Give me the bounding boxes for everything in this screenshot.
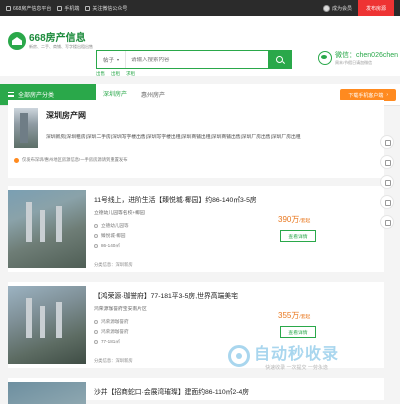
wechat-note: 周末/节假日请加微信 bbox=[335, 60, 373, 65]
location-icon bbox=[94, 224, 98, 228]
listing-meta-project: 臻悦城·椰园 bbox=[94, 233, 126, 239]
wechat-qr-icon[interactable] bbox=[380, 155, 394, 169]
top-bar-links: 668房产信息平台 手机端 关注微信公众号 bbox=[6, 5, 127, 12]
listing-image[interactable] bbox=[8, 190, 86, 268]
watermark: 自动秒收录 快速收录 一次提交 一劳永逸 bbox=[228, 340, 339, 371]
listing-title[interactable]: 沙井【招商蛇口·会展湾璀璨】建面约86-110㎡2-4房 bbox=[94, 386, 249, 396]
listing-card[interactable]: 沙井【招商蛇口·会展湾璀璨】建面约86-110㎡2-4房 bbox=[8, 378, 384, 404]
listing-category-tag: 分类信息：深圳新房 bbox=[94, 262, 133, 267]
intro-notice: 仅发布深圳/惠州地区房源信息!一手房房源请到重置发布 bbox=[14, 157, 128, 163]
edit-icon[interactable] bbox=[380, 195, 394, 209]
logo-house-icon bbox=[8, 32, 26, 50]
search-icon bbox=[276, 56, 283, 63]
listing-category-tag: 分类信息：深圳新房 bbox=[94, 358, 133, 363]
listing-card[interactable]: 11号线上，进阶生活【臻悦城·椰园】约86-140㎡3-5房 立德幼儿园等名校+… bbox=[8, 186, 384, 272]
wechat-icon bbox=[318, 51, 332, 65]
area-icon bbox=[94, 244, 98, 248]
chevron-right-icon: › bbox=[386, 92, 388, 98]
listing-image[interactable] bbox=[8, 382, 86, 404]
hot-word-sale[interactable]: 出售 bbox=[96, 71, 105, 77]
hot-words: 出售 出租 求租 bbox=[96, 71, 135, 77]
wechat-follow-link[interactable]: 关注微信公众号 bbox=[85, 5, 127, 12]
notice-icon bbox=[14, 157, 19, 163]
building-icon bbox=[94, 234, 98, 238]
mobile-link[interactable]: 手机端 bbox=[57, 5, 79, 12]
listing-subtitle: 鸿荣源珈誉府宝安南片区 bbox=[94, 307, 147, 312]
intro-title: 深圳房产网 bbox=[46, 111, 86, 120]
listing-title[interactable]: 【鸿荣源·珈誉府】77-181平3-5房,世界高端美宅 bbox=[94, 290, 238, 300]
top-bar: 668房产信息平台 手机端 关注微信公众号 成为会员 发布房源 bbox=[0, 0, 400, 16]
logo-title: 668房产信息 bbox=[29, 32, 86, 44]
back-to-top-icon[interactable] bbox=[380, 215, 394, 229]
search-button[interactable] bbox=[268, 51, 291, 68]
search-category-select[interactable]: 帖子 ▾ bbox=[97, 51, 127, 68]
listing-meta-project: 鸿荣源珈誉府 bbox=[94, 329, 129, 335]
listing-meta-area: 86-140㎡ bbox=[94, 243, 120, 249]
become-member-link[interactable]: 成为会员 bbox=[322, 4, 352, 12]
wechat-contact: 微信：chen026chen 周末/节假日请加微信 bbox=[318, 50, 398, 66]
platform-link[interactable]: 668房产信息平台 bbox=[6, 5, 51, 12]
listing-detail-button[interactable]: 查看详情 bbox=[280, 230, 316, 242]
watermark-subtitle: 快速收录 一次提交 一劳永逸 bbox=[265, 365, 328, 371]
watermark-logo-icon bbox=[228, 344, 250, 367]
listing-meta-school: 鸿荣源珈誉府 bbox=[94, 319, 129, 325]
area-icon bbox=[94, 340, 98, 344]
listing-image[interactable] bbox=[8, 286, 86, 364]
listing-subtitle: 立德幼儿园等名校+椰园 bbox=[94, 211, 145, 216]
search-input[interactable] bbox=[126, 56, 268, 63]
publish-button[interactable]: 发布房源 bbox=[357, 0, 394, 16]
header: 668房产信息 新房、二手、商铺、写字楼出租出售 帖子 ▾ 出售 出租 求租 微… bbox=[0, 16, 400, 76]
search-bar: 帖子 ▾ bbox=[96, 50, 292, 69]
intro-category-links[interactable]: 深圳新房|深圳租房|深圳二手房|深圳写字楼出售|深圳写字楼出租|深圳商铺出租|深… bbox=[46, 134, 346, 141]
building-icon bbox=[94, 330, 98, 334]
city-skyline-image bbox=[14, 108, 38, 148]
wechat-id: 微信：chen026chen bbox=[335, 52, 399, 59]
watermark-title: 自动秒收录 bbox=[254, 346, 340, 363]
listing-meta-area: 77-181㎡ bbox=[94, 339, 120, 345]
side-toolbar bbox=[380, 135, 394, 229]
listing-meta-school: 立德幼儿园等 bbox=[94, 223, 129, 229]
avatar bbox=[322, 4, 330, 12]
wechat-icon bbox=[85, 5, 91, 11]
phone-icon[interactable] bbox=[380, 175, 394, 189]
headset-icon[interactable] bbox=[380, 135, 394, 149]
phone-icon bbox=[57, 5, 63, 11]
hot-word-wanted[interactable]: 求租 bbox=[126, 71, 135, 77]
chevron-down-icon: ▾ bbox=[117, 57, 120, 62]
site-logo[interactable]: 668房产信息 新房、二手、商铺、写字楼出租出售 bbox=[8, 32, 93, 50]
listing-title[interactable]: 11号线上，进阶生活【臻悦城·椰园】约86-140㎡3-5房 bbox=[94, 194, 257, 204]
menu-icon bbox=[8, 92, 14, 97]
listing-price: 390万/套起 bbox=[278, 215, 311, 224]
listing-detail-button[interactable]: 查看详情 bbox=[280, 326, 316, 338]
logo-subtitle: 新房、二手、商铺、写字楼出租出售 bbox=[29, 43, 93, 49]
location-icon bbox=[94, 320, 98, 324]
city-intro-card: 深圳房产网 深圳新房|深圳租房|深圳二手房|深圳写字楼出售|深圳写字楼出租|深圳… bbox=[8, 100, 384, 178]
home-icon bbox=[6, 5, 11, 11]
hot-word-rent[interactable]: 出租 bbox=[111, 71, 120, 77]
listing-price: 355万/套起 bbox=[278, 311, 311, 320]
